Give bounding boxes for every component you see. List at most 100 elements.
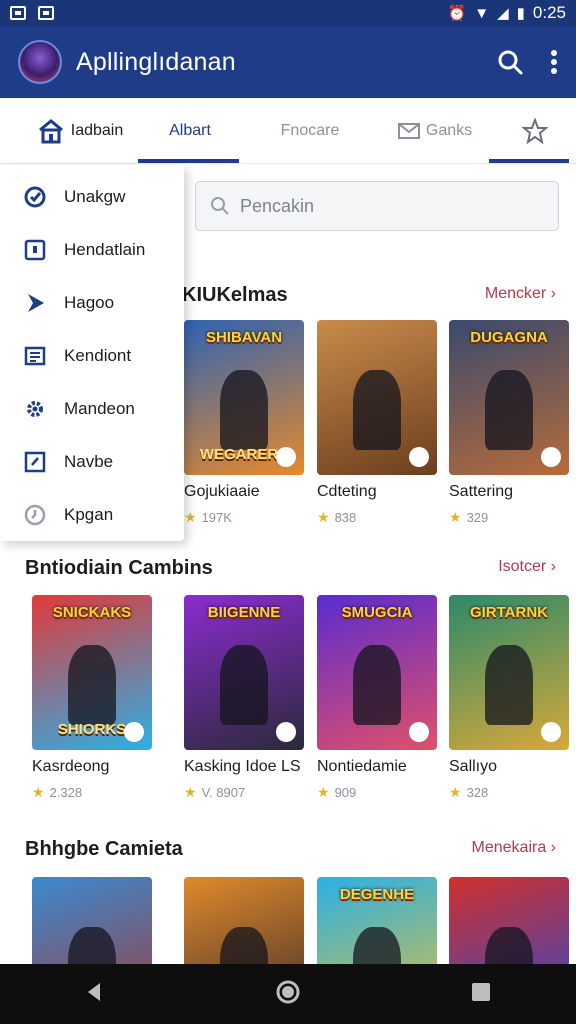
game-poster[interactable] bbox=[317, 320, 437, 475]
tab-label: Albart bbox=[169, 122, 211, 139]
section-title: KIUKelmas bbox=[182, 284, 288, 306]
app-bar: Apllinglıdanan bbox=[0, 26, 576, 98]
drawer-item-mandeon[interactable]: Mandeon bbox=[0, 383, 184, 435]
avatar[interactable] bbox=[18, 40, 62, 84]
character-artwork bbox=[485, 369, 533, 451]
star-icon: ★ bbox=[184, 784, 197, 800]
game-card[interactable]: SNICKAKS SHIORKS Kasrdeong ★ 2.328 bbox=[32, 595, 152, 801]
game-rating: ★ 328 bbox=[449, 784, 569, 801]
poster-title: DEGENHE bbox=[339, 886, 415, 903]
character-artwork bbox=[353, 369, 401, 451]
search-icon[interactable] bbox=[496, 48, 524, 76]
game-poster[interactable]: BIIGENNE bbox=[184, 595, 304, 750]
search-icon bbox=[211, 197, 229, 215]
tab-fnocare[interactable]: Fnocare bbox=[260, 98, 360, 164]
drawer-item-kendiont[interactable]: Kendiont bbox=[0, 330, 184, 382]
tab-indicator bbox=[138, 159, 239, 163]
game-poster[interactable]: GIRTARNK bbox=[449, 595, 569, 750]
search-input[interactable]: Pencakin bbox=[195, 181, 559, 231]
rating-value: 328 bbox=[466, 785, 489, 800]
game-card[interactable]: DUGAGNA Sattering ★ 329 bbox=[449, 320, 569, 526]
star-icon: ★ bbox=[449, 784, 462, 800]
game-rating: ★ 838 bbox=[317, 509, 437, 526]
game-card[interactable]: GIRTARNK Sallıyo ★ 328 bbox=[449, 595, 569, 801]
game-card[interactable]: Cdteting ★ 838 bbox=[317, 320, 437, 526]
tab-ganks[interactable]: Ganks bbox=[385, 98, 485, 164]
drawer-item-navbe[interactable]: Navbe bbox=[0, 436, 184, 488]
game-poster[interactable]: DUGAGNA bbox=[449, 320, 569, 475]
edit-box-icon bbox=[24, 451, 46, 473]
rating-value: 329 bbox=[466, 510, 489, 525]
game-name: Sattering bbox=[449, 483, 514, 500]
star-icon: ★ bbox=[317, 784, 330, 800]
see-all-link[interactable]: Menekaira › bbox=[472, 839, 556, 857]
character-artwork bbox=[220, 369, 268, 451]
see-all-link[interactable]: Mencker › bbox=[485, 285, 556, 303]
drawer-item-hagoo[interactable]: Hagoo bbox=[0, 277, 184, 329]
notification-icon bbox=[10, 6, 26, 20]
game-name: Cdteting bbox=[317, 483, 377, 500]
drawer-item-label: Mandeon bbox=[64, 399, 135, 418]
star-icon: ★ bbox=[32, 784, 45, 800]
game-poster[interactable]: SHIBAVAN WEGARERS bbox=[184, 320, 304, 475]
badge-icon bbox=[541, 722, 561, 742]
rating-value: 909 bbox=[334, 785, 357, 800]
poster-title: SNICKAKS bbox=[52, 604, 132, 621]
badge-icon bbox=[276, 722, 296, 742]
rating-value: 2.328 bbox=[49, 785, 83, 800]
tab-star[interactable] bbox=[505, 98, 565, 164]
recents-icon[interactable] bbox=[470, 981, 492, 1008]
drawer-item-hendatlain[interactable]: Hendatlain bbox=[0, 224, 184, 276]
tab-albart[interactable]: Albart bbox=[140, 98, 240, 164]
search-placeholder: Pencakin bbox=[240, 195, 315, 216]
badge-icon bbox=[409, 447, 429, 467]
game-poster[interactable]: SMUGCIA bbox=[317, 595, 437, 750]
mail-icon bbox=[397, 123, 420, 139]
game-name: Sallıyo bbox=[449, 758, 498, 775]
signal-icon: ◢ bbox=[497, 5, 509, 22]
poster-title: GIRTARNK bbox=[469, 604, 549, 621]
character-artwork bbox=[68, 644, 116, 726]
app-screen: ⏰ ▼ ◢ ▮ 0:25 Apllinglıdanan Iadbain Alba… bbox=[0, 0, 576, 1024]
section-title: Bhhgbe Camieta bbox=[25, 838, 183, 860]
drawer-item-label: Kendiont bbox=[64, 346, 132, 365]
poster-title: SMUGCIA bbox=[341, 604, 413, 621]
game-poster[interactable]: SNICKAKS SHIORKS bbox=[32, 595, 152, 750]
section-title: Bntiodiain Cambins bbox=[25, 557, 213, 579]
game-name: Kasking Idoe LS bbox=[184, 758, 301, 775]
gear-icon bbox=[27, 401, 43, 417]
drawer-item-label: Navbe bbox=[64, 452, 114, 471]
app-title: Apllinglıdanan bbox=[76, 47, 236, 76]
tab-indicator bbox=[489, 159, 569, 163]
tab-bar: Iadbain Albart Fnocare Ganks bbox=[0, 98, 576, 164]
game-rating: ★ 197K bbox=[184, 509, 304, 526]
game-rating: ★ 909 bbox=[317, 784, 437, 801]
square-dot-icon bbox=[24, 239, 46, 261]
badge-icon bbox=[409, 722, 429, 742]
rating-value: 197K bbox=[201, 510, 232, 525]
game-card[interactable]: BIIGENNE Kasking Idoe LS ★ V. 8907 bbox=[184, 595, 304, 801]
game-card[interactable]: SHIBAVAN WEGARERS Gojukiaaie ★ 197K bbox=[184, 320, 304, 526]
star-outline-icon bbox=[522, 118, 548, 144]
game-card[interactable]: SMUGCIA Nontiedamie ★ 909 bbox=[317, 595, 437, 801]
home-button-icon[interactable] bbox=[275, 979, 301, 1010]
home-icon bbox=[38, 119, 63, 144]
drawer-item-label: Unakgw bbox=[64, 187, 126, 206]
back-icon[interactable] bbox=[84, 981, 106, 1008]
tab-home[interactable]: Iadbain bbox=[20, 98, 140, 164]
drawer-item-label: Hendatlain bbox=[64, 240, 146, 259]
more-options-icon[interactable] bbox=[550, 49, 558, 75]
badge-icon bbox=[124, 722, 144, 742]
badge-icon bbox=[276, 447, 296, 467]
poster-title: DUGAGNA bbox=[470, 329, 548, 346]
drawer-item-label: Hagoo bbox=[64, 293, 115, 312]
game-rating: ★ 2.328 bbox=[32, 784, 152, 801]
poster-title: SHIBAVAN bbox=[205, 329, 283, 346]
system-nav-bar bbox=[0, 964, 576, 1024]
character-artwork bbox=[353, 644, 401, 726]
poster-title: BIIGENNE bbox=[207, 604, 281, 621]
see-all-link[interactable]: Isotcer › bbox=[498, 558, 556, 576]
drawer-item-unakgw[interactable]: Unakgw bbox=[0, 171, 184, 223]
badge-icon bbox=[541, 447, 561, 467]
drawer-item-kpgan[interactable]: Kpgan bbox=[0, 489, 184, 541]
